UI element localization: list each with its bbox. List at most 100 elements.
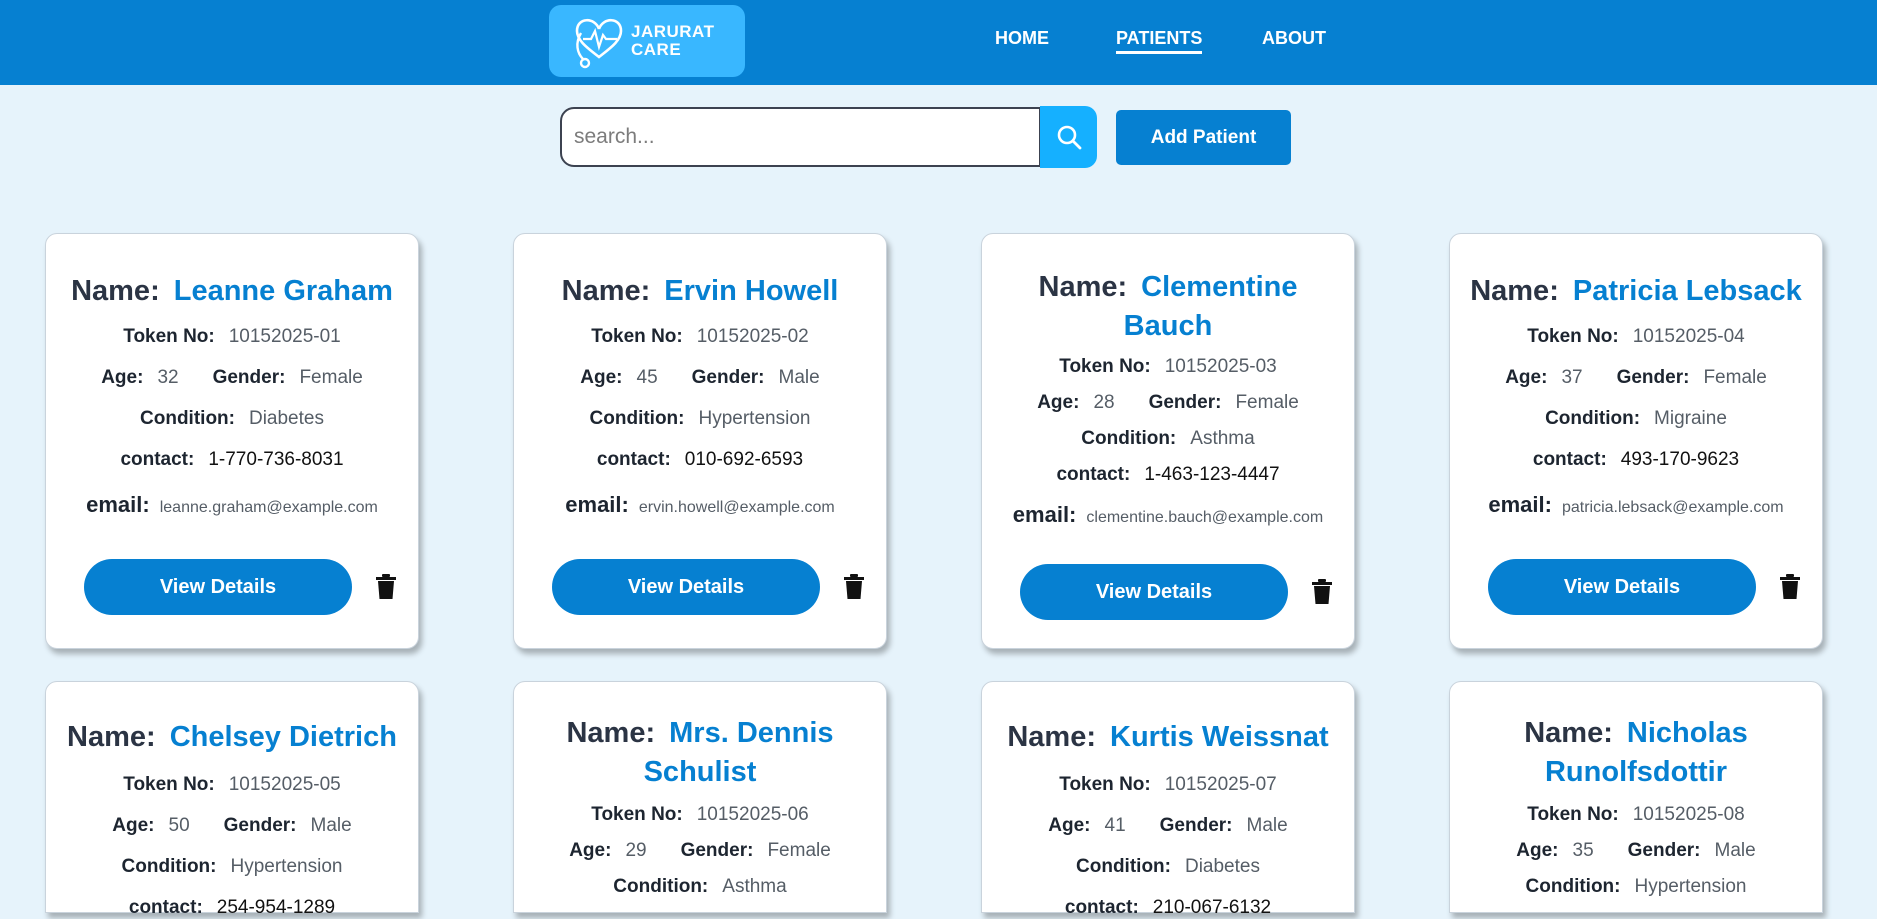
contact-row: contact: 010-692-6593 [514, 449, 886, 471]
contact-row: contact: 1-770-736-8031 [46, 449, 418, 471]
email-row: email: patricia.lebsack@example.com [1450, 492, 1822, 518]
email-row: email: ervin.howell@example.com [514, 492, 886, 518]
token-row: Token No: 10152025-03 [982, 356, 1354, 378]
name-label: Name: [1007, 721, 1096, 753]
condition-row: Condition: Diabetes [46, 408, 418, 430]
email-label: email: [86, 492, 150, 517]
token-row: Token No: 10152025-04 [1450, 326, 1822, 348]
patient-card: Name: Clementine Bauch Token No: 10152025-… [981, 233, 1355, 649]
email-value: ervin.howell@example.com [638, 499, 835, 516]
age-value: 29 [625, 840, 647, 861]
token-label: Token No: [591, 804, 683, 825]
patient-name: Name: Ervin Howell [514, 272, 886, 311]
email-value: clementine.bauch@example.com [1086, 509, 1324, 526]
age-gender-row: Age: 35 Gender: Male [1450, 840, 1822, 862]
condition-value: Hypertension [230, 856, 343, 877]
token-label: Token No: [123, 326, 215, 347]
token-value: 10152025-05 [228, 774, 341, 795]
gender-label: Gender: [680, 840, 754, 861]
email-value: leanne.graham@example.com [159, 499, 378, 516]
gender-value: Female [1703, 367, 1767, 388]
condition-label: Condition: [1545, 408, 1641, 429]
nav-about[interactable]: ABOUT [1262, 28, 1326, 49]
search-button[interactable] [1040, 106, 1097, 168]
search-icon [1057, 125, 1081, 150]
age-gender-row: Age: 37 Gender: Female [1450, 367, 1822, 389]
patient-card: Name: Patricia Lebsack Token No: 10152025-… [1449, 233, 1823, 649]
email-value: patricia.lebsack@example.com [1561, 499, 1784, 516]
token-label: Token No: [1527, 804, 1619, 825]
condition-row: Condition: Migraine [1450, 408, 1822, 430]
contact-label: contact: [1532, 449, 1607, 470]
top-navbar: JARURAT CARE HOME PATIENTS ABOUT [0, 0, 1877, 85]
age-gender-row: Age: 50 Gender: Male [46, 815, 418, 837]
gender-value: Male [1714, 840, 1756, 861]
gender-label: Gender: [1616, 367, 1690, 388]
gender-value: Female [299, 367, 363, 388]
name-value: Ervin Howell [664, 275, 839, 307]
token-value: 10152025-06 [696, 804, 809, 825]
email-label: email: [1012, 502, 1077, 527]
contact-value: 010-692-6593 [684, 449, 804, 470]
view-details-button[interactable]: View Details [84, 559, 352, 615]
condition-label: Condition: [140, 408, 235, 429]
trash-icon[interactable] [376, 574, 396, 599]
contact-row: contact: 493-170-9623 [1450, 449, 1822, 471]
nav-patients[interactable]: PATIENTS [1116, 28, 1203, 54]
age-gender-row: Age: 29 Gender: Female [514, 840, 886, 862]
view-details-button[interactable]: View Details [1488, 559, 1756, 615]
patient-name: Name: Kurtis Weissnat [982, 718, 1354, 757]
email-row: email: clementine.bauch@example.com [982, 502, 1354, 528]
age-value: 32 [157, 367, 179, 388]
contact-row: contact: 254-954-1289 [46, 897, 418, 919]
age-value: 50 [168, 815, 190, 836]
condition-row: Condition: Asthma [982, 428, 1354, 450]
name-label: Name: [561, 275, 651, 307]
age-gender-row: Age: 41 Gender: Male [982, 815, 1354, 837]
gender-label: Gender: [212, 367, 286, 388]
token-value: 10152025-04 [1632, 326, 1745, 347]
add-patient-button[interactable]: Add Patient [1116, 110, 1291, 165]
age-value: 45 [636, 367, 658, 388]
contact-row: contact: 210-067-6132 [982, 897, 1354, 919]
contact-value: 254-954-1289 [216, 897, 336, 918]
condition-label: Condition: [613, 876, 709, 897]
patient-card: Name: Mrs. Dennis Schulist Token No: 10152… [513, 681, 887, 913]
name-label: Name: [67, 721, 156, 753]
gender-value: Male [1246, 815, 1288, 836]
view-details-button[interactable]: View Details [552, 559, 820, 615]
condition-value: Hypertension [698, 408, 811, 429]
age-gender-row: Age: 28 Gender: Female [982, 392, 1354, 414]
trash-icon[interactable] [844, 574, 864, 599]
age-label: Age: [580, 367, 623, 388]
name-label: Name: [71, 275, 160, 307]
app-logo[interactable]: JARURAT CARE [549, 5, 745, 77]
token-value: 10152025-02 [696, 326, 809, 347]
gender-label: Gender: [1148, 392, 1222, 413]
logo-line-1: JARURAT [631, 22, 715, 41]
age-value: 41 [1104, 815, 1126, 836]
gender-value: Female [767, 840, 831, 861]
age-label: Age: [1037, 392, 1080, 413]
token-row: Token No: 10152025-06 [514, 804, 886, 826]
name-label: Name: [1524, 717, 1613, 749]
age-value: 28 [1093, 392, 1115, 413]
contact-label: contact: [120, 449, 195, 470]
token-value: 10152025-03 [1164, 356, 1277, 377]
contact-value: 1-463-123-4447 [1144, 464, 1280, 485]
gender-value: Female [1235, 392, 1299, 413]
gender-label: Gender: [223, 815, 297, 836]
token-value: 10152025-01 [228, 326, 341, 347]
trash-icon[interactable] [1312, 579, 1332, 604]
view-details-button[interactable]: View Details [1020, 564, 1288, 620]
nav-home[interactable]: HOME [995, 28, 1049, 49]
search-input[interactable] [560, 107, 1041, 167]
contact-row: contact: 1-463-123-4447 [982, 464, 1354, 486]
age-gender-row: Age: 45 Gender: Male [514, 367, 886, 389]
patient-card: Name: Ervin Howell Token No: 10152025-02 A… [513, 233, 887, 649]
condition-label: Condition: [1076, 856, 1171, 877]
trash-icon[interactable] [1780, 574, 1800, 599]
patient-card: Name: Kurtis Weissnat Token No: 10152025-0… [981, 681, 1355, 918]
email-label: email: [1488, 492, 1552, 517]
token-label: Token No: [591, 326, 683, 347]
